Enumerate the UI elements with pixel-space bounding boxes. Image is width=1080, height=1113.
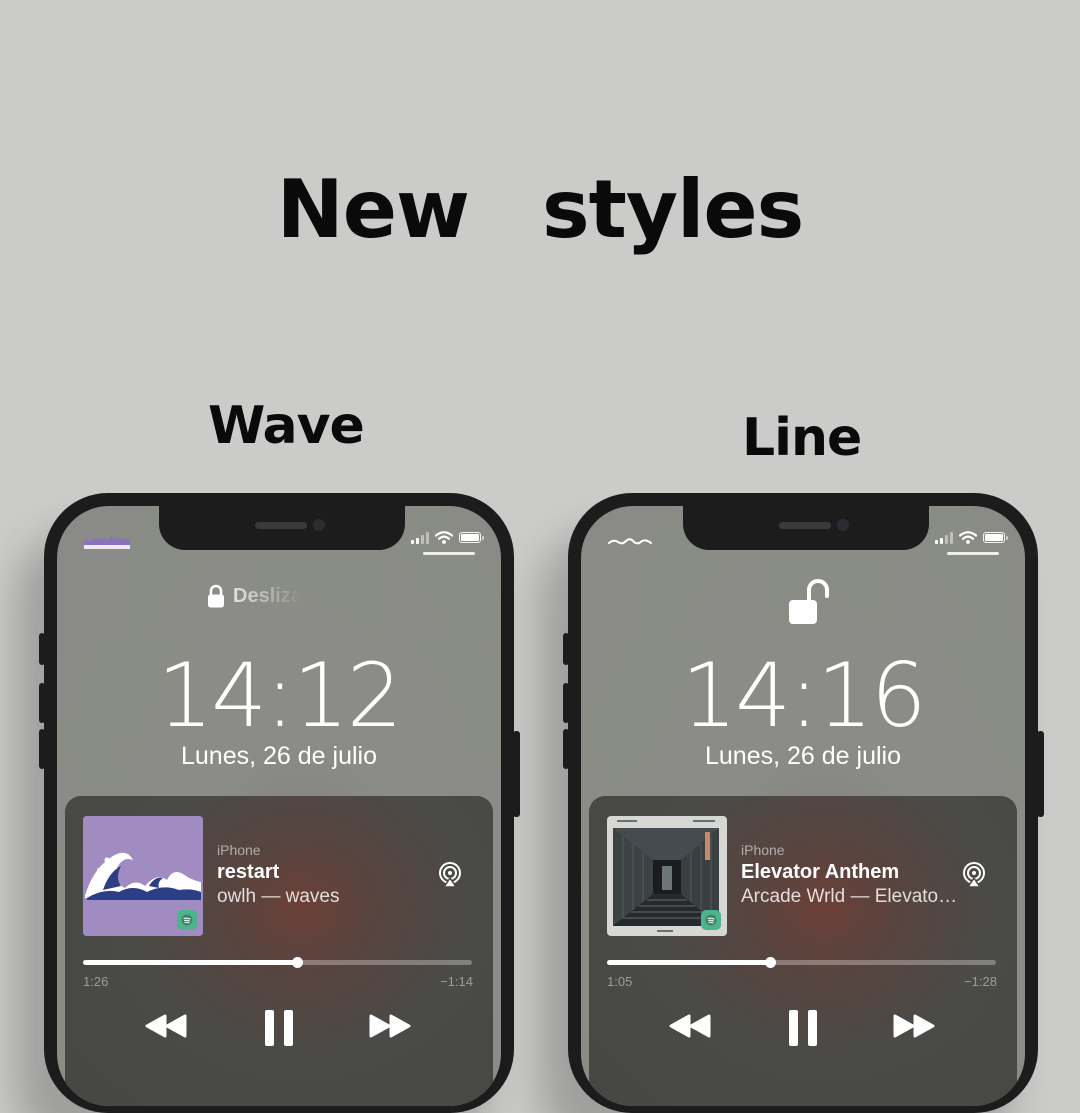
progress-knob[interactable] [291, 957, 303, 968]
artist-album: owlh — waves [217, 886, 340, 907]
remaining-time: −1:28 [964, 974, 997, 989]
elapsed-time: 1:26 [83, 974, 109, 989]
front-camera [837, 519, 849, 531]
control-center-indicator[interactable] [423, 552, 475, 555]
silent-switch [39, 633, 45, 665]
power-button [1037, 731, 1044, 817]
signal-icon [411, 531, 429, 544]
notch [159, 506, 405, 550]
heading-word-styles: styles [541, 163, 804, 256]
progress-fill [607, 960, 771, 965]
album-art[interactable] [83, 816, 203, 936]
battery-icon [459, 532, 484, 543]
elapsed-time: 1:05 [607, 974, 633, 989]
lock-screen: 14:16 Lunes, 26 de julio iPhone Elevator… [581, 506, 1025, 1106]
swipe-hint-text: Desliza [233, 584, 302, 607]
silent-switch [563, 633, 569, 665]
swipe-hint: Desliza [207, 584, 302, 608]
control-center-indicator[interactable] [947, 552, 999, 555]
track-info[interactable]: iPhone Elevator Anthem Arcade Wrld — Ele… [741, 842, 961, 908]
lock-time: 14:16 [681, 644, 927, 747]
progress-slider[interactable] [607, 957, 996, 968]
page-heading: New styles [0, 160, 1080, 260]
volume-down-button [39, 729, 45, 769]
fast-forward-icon[interactable] [891, 1006, 937, 1046]
lock-screen: Desliza 14:12 Lunes, 26 de julio iPhone … [57, 506, 501, 1106]
progress-slider[interactable] [83, 957, 472, 968]
fast-forward-icon[interactable] [367, 1006, 413, 1046]
remaining-time: −1:14 [440, 974, 473, 989]
pause-icon[interactable] [259, 1006, 299, 1050]
wave-icon [84, 533, 130, 553]
line-icon [608, 533, 652, 553]
speaker-grille [779, 522, 831, 529]
artist-album: Arcade Wrld — Elevator Anthem [741, 886, 961, 907]
notch [683, 506, 929, 550]
lock-date: Lunes, 26 de julio [705, 742, 901, 770]
spotify-icon [177, 910, 197, 930]
lock-icon [208, 584, 224, 608]
speaker-grille [255, 522, 307, 529]
rewind-icon[interactable] [143, 1006, 189, 1046]
playback-controls [65, 1006, 493, 1050]
volume-down-button [563, 729, 569, 769]
volume-up-button [563, 683, 569, 723]
unlocked-icon [789, 579, 829, 624]
progress-knob[interactable] [765, 957, 777, 968]
playback-controls [589, 1006, 1017, 1050]
phone-wave: Desliza 14:12 Lunes, 26 de julio iPhone … [39, 493, 520, 1113]
style-label-line: Line [742, 408, 862, 468]
power-button [513, 731, 520, 817]
now-playing-widget[interactable]: iPhone restart owlh — waves 1:26 −1:14 [65, 796, 493, 1106]
front-camera [313, 519, 325, 531]
status-icons [411, 531, 484, 544]
now-playing-widget[interactable]: iPhone Elevator Anthem Arcade Wrld — Ele… [589, 796, 1017, 1106]
progress-fill [83, 960, 297, 965]
volume-up-button [39, 683, 45, 723]
heading-word-new: New [276, 163, 470, 256]
pause-icon[interactable] [783, 1006, 823, 1050]
airplay-icon[interactable] [961, 862, 987, 892]
battery-icon [983, 532, 1008, 543]
spotify-icon [701, 910, 721, 930]
status-icons [935, 531, 1008, 544]
wifi-icon [959, 531, 977, 544]
rewind-icon[interactable] [667, 1006, 713, 1046]
lock-date: Lunes, 26 de julio [181, 742, 377, 770]
song-title: restart [217, 861, 280, 883]
lock-time: 14:12 [157, 644, 403, 747]
album-art[interactable] [607, 816, 727, 936]
style-label-wave: Wave [208, 396, 365, 456]
output-device: iPhone [217, 842, 261, 858]
track-info[interactable]: iPhone restart owlh — waves [217, 842, 437, 908]
song-title: Elevator Anthem [741, 861, 900, 883]
wifi-icon [435, 531, 453, 544]
output-device: iPhone [741, 842, 785, 858]
airplay-icon[interactable] [437, 862, 463, 892]
signal-icon [935, 531, 953, 544]
phone-line: 14:16 Lunes, 26 de julio iPhone Elevator… [563, 493, 1044, 1113]
